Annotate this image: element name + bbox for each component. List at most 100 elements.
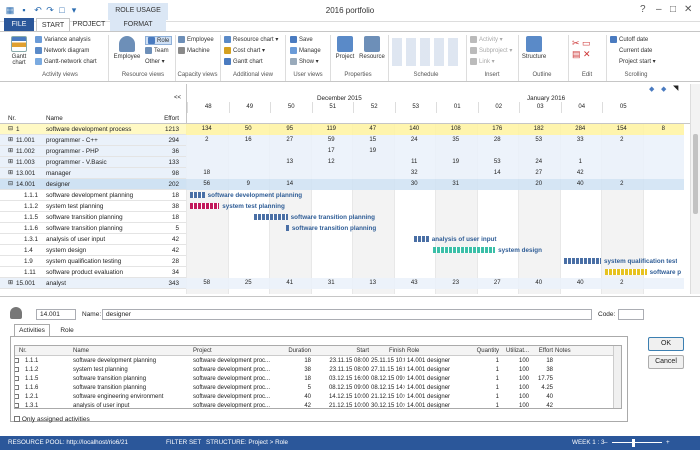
col-nr-header[interactable]: Nr. <box>8 113 38 124</box>
expand-icon[interactable]: ⊞ <box>8 135 16 146</box>
summary-row[interactable]: ⊟ 14.001 designer 202 56 9 14 30 31 20 40 2 <box>0 179 690 190</box>
summary-row[interactable]: ⊟ 1 software development process 1213 134 50 9… <box>0 124 690 135</box>
tab-activities[interactable]: Activities <box>14 324 50 336</box>
id-field[interactable]: 14.001 <box>36 309 76 320</box>
maximize-icon[interactable]: □ <box>670 4 676 15</box>
expand-icon[interactable]: ⊞ <box>8 168 16 179</box>
activity-row[interactable]: 1.1.1 software development planning 18 soft… <box>0 190 690 201</box>
close-icon[interactable]: ✕ <box>684 4 692 15</box>
table-column-header[interactable]: Effort <box>531 346 553 356</box>
gantt-bar[interactable] <box>285 225 289 231</box>
tab-format[interactable]: FORMAT <box>110 18 166 31</box>
row-checkbox-icon[interactable] <box>15 376 19 381</box>
cancel-button[interactable]: Cancel <box>648 355 684 369</box>
table-column-header[interactable]: Nr. <box>19 346 71 356</box>
activity-row[interactable]: 1.1.2 system test planning 38 system test p… <box>0 201 690 212</box>
gantt-bar[interactable] <box>190 192 205 198</box>
role-button[interactable]: Role <box>145 36 173 45</box>
network-diagram-button[interactable]: Network diagram <box>35 47 89 54</box>
undo-icon[interactable]: ↶ <box>32 4 44 16</box>
table-scrollbar[interactable] <box>613 346 621 408</box>
gantt-network-chart-button[interactable]: Gantt-network chart <box>35 58 97 65</box>
show-view-dropdown[interactable]: Show ▾ <box>290 58 319 65</box>
customize-icon[interactable]: ▾ <box>68 4 80 16</box>
row-checkbox-icon[interactable] <box>15 358 19 363</box>
table-column-header[interactable]: Notes <box>555 346 611 356</box>
gantt-bar[interactable] <box>254 214 288 220</box>
table-column-header[interactable]: Finish <box>371 346 405 356</box>
tab-role[interactable]: Role <box>52 325 82 336</box>
scroll-thumb[interactable] <box>693 134 698 214</box>
zoom-out-icon[interactable]: – <box>604 436 608 450</box>
col-name-header[interactable]: Name <box>46 113 106 124</box>
employee-capacity-button[interactable]: Employee <box>178 36 214 43</box>
structure-button[interactable]: Structure <box>520 36 548 60</box>
insert-activity-button[interactable]: Activity ▾ <box>470 36 503 43</box>
code-field[interactable] <box>618 309 644 320</box>
col-effort-header[interactable]: Effort <box>150 113 182 124</box>
summary-row[interactable]: ⊞ 15.001 analyst 343 58 25 41 31 13 43 23 27 40 40 2 <box>0 278 690 289</box>
project-properties-button[interactable]: Project <box>333 36 357 60</box>
project-start-button[interactable]: Project start ▾ <box>610 58 656 65</box>
table-row[interactable]: 1.2.1 software engineering environment sof… <box>15 393 621 402</box>
machine-button[interactable]: Machine <box>178 47 210 54</box>
table-column-header[interactable]: Role <box>407 346 469 356</box>
save-view-button[interactable]: Save <box>290 36 313 43</box>
tab-file[interactable]: FILE <box>4 18 34 31</box>
table-row[interactable]: 1.1.5 software transition planning softwar… <box>15 375 621 384</box>
zoom-in-icon[interactable]: + <box>666 436 670 450</box>
vertical-scrollbar[interactable] <box>690 84 700 294</box>
insert-subproject-button[interactable]: Subproject ▾ <box>470 47 512 54</box>
redo-icon[interactable]: ↷ <box>44 4 56 16</box>
activity-row[interactable]: 1.9 system qualification testing 28 system … <box>0 256 690 267</box>
table-column-header[interactable]: Start <box>315 346 369 356</box>
table-row[interactable]: 1.1.6 software transition planning softwar… <box>15 384 621 393</box>
table-column-header[interactable]: Quantity <box>471 346 499 356</box>
zoom-slider[interactable] <box>612 442 662 443</box>
minimize-icon[interactable]: – <box>656 4 662 15</box>
summary-row[interactable]: ⊞ 11.001 programmer - C++ 294 2 16 27 59 15 24 35 2… <box>0 135 690 146</box>
tab-project[interactable]: PROJECT <box>72 18 106 31</box>
table-row[interactable]: 1.3.1 analysis of user input software deve… <box>15 402 621 408</box>
manage-view-button[interactable]: Manage <box>290 47 321 54</box>
only-assigned-checkbox[interactable]: Only assigned activities <box>14 415 90 423</box>
expand-icon[interactable]: ⊞ <box>8 157 16 168</box>
other-dropdown[interactable]: Other ▾ <box>145 58 165 66</box>
gantt-bar[interactable] <box>190 203 220 209</box>
table-column-header[interactable]: Name <box>73 346 191 356</box>
zoom-slider-thumb[interactable] <box>632 439 635 447</box>
table-row[interactable]: 1.1.2 system test planning software develo… <box>15 366 621 375</box>
table-row[interactable]: 1.1.1 software development planning softwa… <box>15 357 621 366</box>
gantt-bar[interactable] <box>605 269 647 275</box>
insert-link-button[interactable]: Link ▾ <box>470 58 495 65</box>
schedule-buttons[interactable] <box>392 38 462 66</box>
collapse-icon[interactable]: ⊟ <box>8 124 16 135</box>
tab-start[interactable]: START <box>36 18 70 31</box>
activity-row[interactable]: 1.4 system design 42 system design <box>0 245 690 256</box>
table-column-header[interactable]: Duration <box>277 346 311 356</box>
cutoff-date-button[interactable]: Cutoff date <box>610 36 648 43</box>
resource-properties-button[interactable]: Resource <box>358 36 386 60</box>
gantt-chart-additional-button[interactable]: Gantt chart <box>224 58 263 65</box>
row-checkbox-icon[interactable] <box>15 367 19 372</box>
summary-row[interactable]: ⊞ 13.001 manager 98 18 32 14 27 42 <box>0 168 690 179</box>
table-column-header[interactable]: Project <box>193 346 275 356</box>
table-column-header[interactable]: Utilizat... <box>501 346 529 356</box>
row-checkbox-icon[interactable] <box>15 385 19 390</box>
resource-chart-button[interactable]: Resource chart ▾ <box>224 36 278 43</box>
help-icon[interactable]: ? <box>640 4 646 15</box>
activity-row[interactable]: 1.1.5 software transition planning 18 softw… <box>0 212 690 223</box>
row-checkbox-icon[interactable] <box>15 394 19 399</box>
save-icon[interactable]: ▪ <box>18 4 30 16</box>
expand-icon[interactable]: ⊞ <box>8 146 16 157</box>
gantt-bar[interactable] <box>563 258 601 264</box>
team-button[interactable]: Team <box>145 47 169 54</box>
summary-row[interactable]: ⊞ 11.002 programmer - PHP 36 17 19 <box>0 146 690 157</box>
new-icon[interactable]: □ <box>56 4 68 16</box>
activity-row[interactable]: 1.11 software product evaluation 34 softwar… <box>0 267 690 278</box>
activity-row[interactable]: 1.3.1 analysis of user input 42 analysis of… <box>0 234 690 245</box>
variance-analysis-button[interactable]: Variance analysis <box>35 36 91 43</box>
activity-row[interactable]: 1.1.6 software transition planning 5 softwa… <box>0 223 690 234</box>
gantt-bar[interactable] <box>432 247 496 253</box>
collapse-columns-button[interactable]: << <box>174 93 184 104</box>
